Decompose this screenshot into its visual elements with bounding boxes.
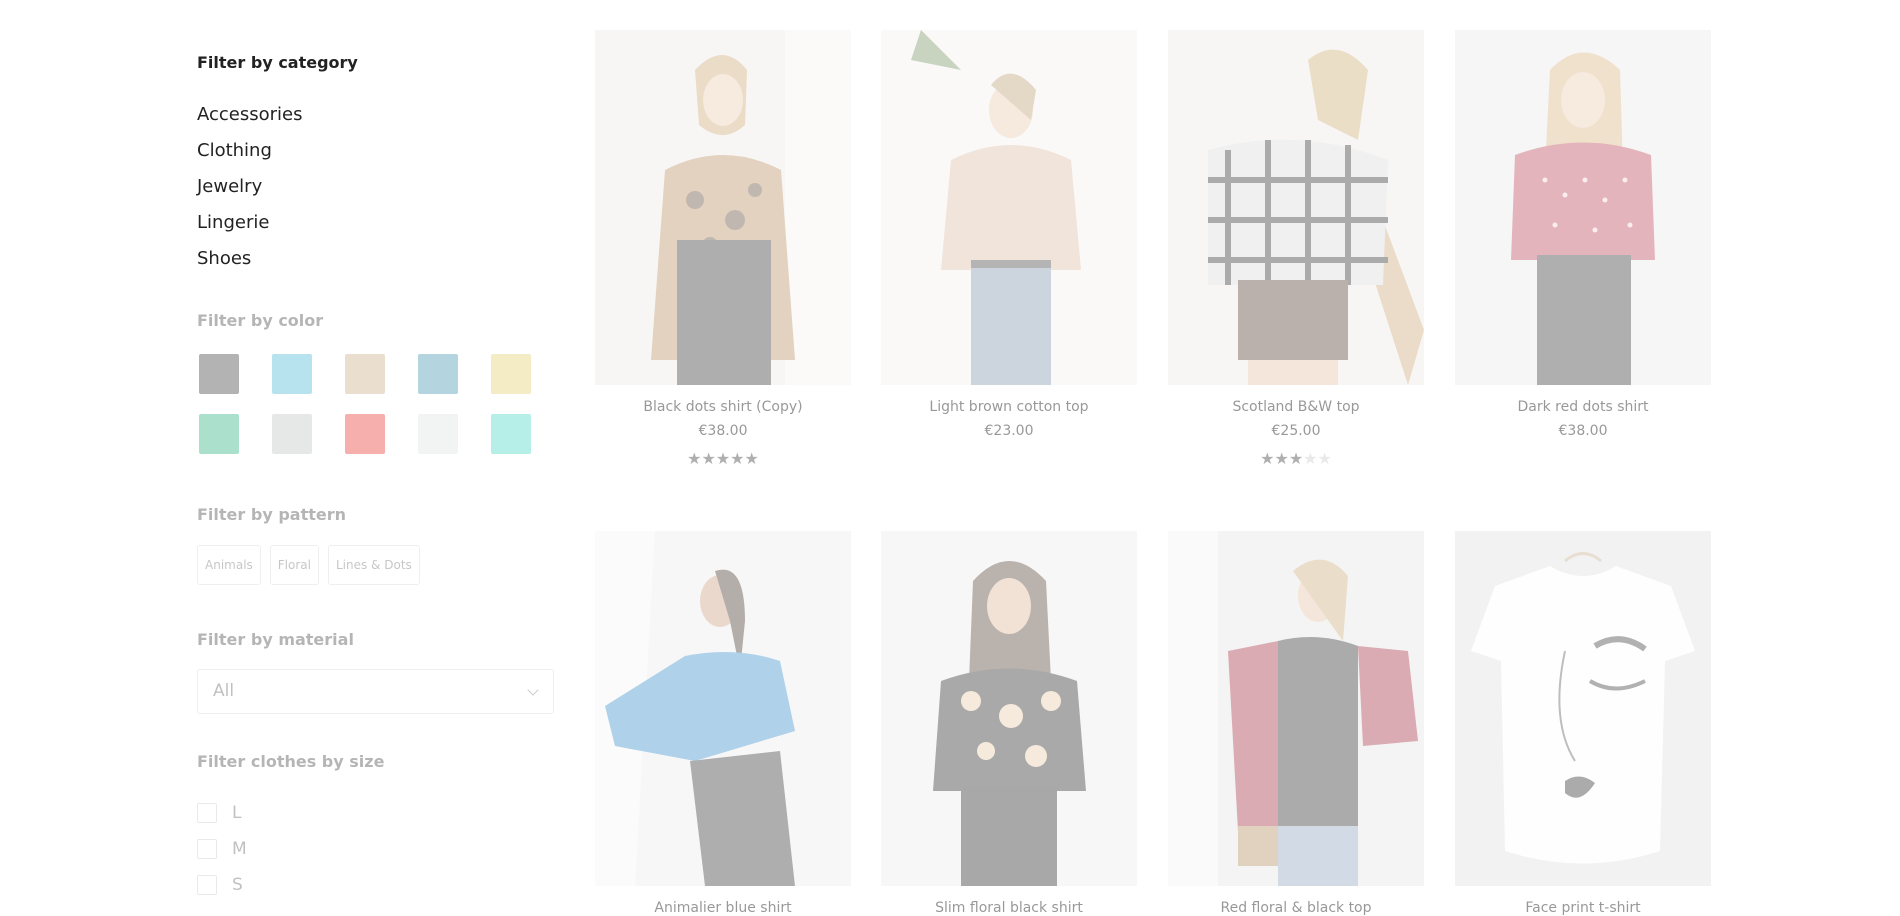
- material-select[interactable]: All: [197, 669, 554, 714]
- product-image[interactable]: [881, 531, 1137, 886]
- image-overlay: [1168, 531, 1424, 886]
- pattern-options: Animals Floral Lines & Dots: [197, 545, 420, 585]
- product-rating: ★★★★★: [1168, 449, 1424, 468]
- size-option-l[interactable]: L: [197, 795, 247, 831]
- size-checkbox[interactable]: [197, 839, 217, 859]
- star-empty-icon: ★: [1317, 449, 1332, 468]
- star-filled-icon: ★: [744, 449, 759, 468]
- product-price: €25.00: [1271, 423, 1321, 439]
- color-swatch[interactable]: [418, 354, 458, 394]
- product-name[interactable]: Animalier blue shirt: [595, 900, 851, 916]
- star-filled-icon: ★: [1260, 449, 1275, 468]
- category-jewelry[interactable]: Jewelry: [197, 172, 303, 208]
- size-option-s[interactable]: S: [197, 867, 247, 903]
- size-checkbox[interactable]: [197, 875, 217, 895]
- product-price: €23.00: [984, 423, 1034, 439]
- image-overlay: [595, 30, 851, 385]
- color-swatch[interactable]: [199, 414, 239, 454]
- size-label: L: [232, 803, 242, 823]
- size-option-m[interactable]: M: [197, 831, 247, 867]
- category-list: Accessories Clothing Jewelry Lingerie Sh…: [197, 100, 303, 280]
- size-checkbox[interactable]: [197, 803, 217, 823]
- pattern-animals[interactable]: Animals: [197, 545, 261, 585]
- product-image[interactable]: [1168, 531, 1424, 886]
- image-overlay: [1455, 531, 1711, 886]
- product-price: €38.00: [698, 423, 748, 439]
- category-filter-heading: Filter by category: [197, 53, 358, 72]
- product-name[interactable]: Light brown cotton top: [881, 399, 1137, 415]
- star-filled-icon: ★: [1274, 449, 1289, 468]
- category-clothing[interactable]: Clothing: [197, 136, 303, 172]
- pattern-lines-dots[interactable]: Lines & Dots: [327, 545, 420, 585]
- star-filled-icon: ★: [1288, 449, 1304, 468]
- image-overlay: [1168, 30, 1424, 385]
- size-label: S: [232, 875, 243, 895]
- color-swatch[interactable]: [272, 414, 312, 454]
- product-image[interactable]: [1168, 30, 1424, 385]
- product-name[interactable]: Slim floral black shirt: [881, 900, 1137, 916]
- filter-sidebar: Filter by category Accessories Clothing …: [197, 0, 557, 903]
- star-filled-icon: ★: [730, 449, 745, 468]
- color-filter-heading: Filter by color: [197, 311, 324, 330]
- category-lingerie[interactable]: Lingerie: [197, 208, 303, 244]
- color-swatch[interactable]: [199, 354, 239, 394]
- product-name[interactable]: Face print t-shirt: [1455, 900, 1711, 916]
- image-overlay: [1455, 30, 1711, 385]
- category-shoes[interactable]: Shoes: [197, 244, 303, 280]
- chevron-down-icon: [527, 684, 539, 696]
- star-filled-icon: ★: [687, 449, 702, 468]
- size-label: M: [232, 839, 247, 859]
- color-swatch[interactable]: [491, 414, 531, 454]
- color-swatch[interactable]: [491, 354, 531, 394]
- color-swatch-grid: [199, 354, 539, 454]
- product-name[interactable]: Scotland B&W top: [1168, 399, 1424, 415]
- color-swatch[interactable]: [345, 414, 385, 454]
- material-select-value: All: [213, 681, 235, 701]
- pattern-floral[interactable]: Floral: [269, 545, 319, 585]
- color-swatch[interactable]: [418, 414, 458, 454]
- star-empty-icon: ★: [1303, 449, 1318, 468]
- product-image[interactable]: [595, 30, 851, 385]
- star-filled-icon: ★: [715, 449, 731, 468]
- product-card[interactable]: Slim floral black shirt: [881, 531, 1137, 916]
- image-overlay: [881, 531, 1137, 886]
- product-image[interactable]: [1455, 30, 1711, 385]
- size-options: L M S: [197, 795, 247, 903]
- color-swatch[interactable]: [345, 354, 385, 394]
- product-price: €38.00: [1558, 423, 1608, 439]
- material-filter-heading: Filter by material: [197, 630, 354, 649]
- product-rating: ★★★★★: [595, 449, 851, 468]
- color-swatch[interactable]: [272, 354, 312, 394]
- product-card[interactable]: Scotland B&W top €25.00 ★★★★★: [1168, 30, 1424, 468]
- image-overlay: [881, 30, 1137, 385]
- product-name[interactable]: Red floral & black top: [1168, 900, 1424, 916]
- image-overlay: [595, 531, 851, 886]
- pattern-filter-heading: Filter by pattern: [197, 505, 346, 524]
- product-name[interactable]: Black dots shirt (Copy): [595, 399, 851, 415]
- star-filled-icon: ★: [701, 449, 716, 468]
- product-card[interactable]: Black dots shirt (Copy) €38.00 ★★★★★: [595, 30, 851, 468]
- product-image[interactable]: [1455, 531, 1711, 886]
- product-image[interactable]: [881, 30, 1137, 385]
- category-accessories[interactable]: Accessories: [197, 100, 303, 136]
- size-filter-heading: Filter clothes by size: [197, 752, 385, 771]
- product-name[interactable]: Dark red dots shirt: [1455, 399, 1711, 415]
- product-image[interactable]: [595, 531, 851, 886]
- product-card[interactable]: Light brown cotton top €23.00: [881, 30, 1137, 439]
- product-card[interactable]: Dark red dots shirt €38.00: [1455, 30, 1711, 439]
- product-card[interactable]: Red floral & black top: [1168, 531, 1424, 916]
- product-card[interactable]: Face print t-shirt: [1455, 531, 1711, 916]
- product-card[interactable]: Animalier blue shirt: [595, 531, 851, 916]
